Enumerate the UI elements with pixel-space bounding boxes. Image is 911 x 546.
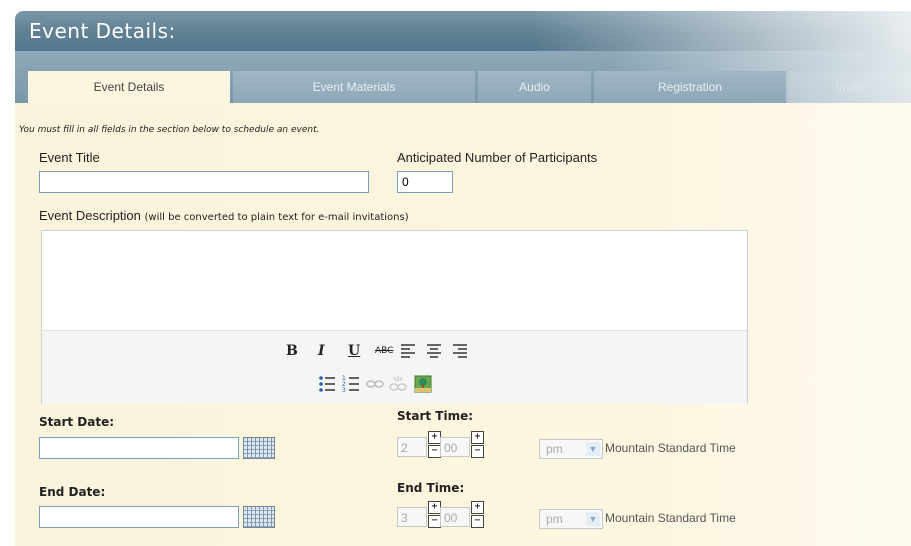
end-date-label: End Date:: [39, 485, 106, 499]
start-ampm-select[interactable]: pm ▼: [539, 439, 603, 459]
start-date-calendar-icon[interactable]: [243, 437, 275, 459]
end-date-calendar-icon[interactable]: [243, 506, 275, 528]
bold-button[interactable]: B: [286, 343, 298, 359]
end-timezone: Mountain Standard Time: [605, 511, 736, 525]
description-editor[interactable]: B I U ABC 123: [41, 230, 748, 404]
tab-bar: Event Details Event Materials Audio Regi…: [15, 51, 911, 103]
start-ampm-value: pm: [546, 442, 563, 456]
title-bar: Event Details:: [15, 11, 911, 51]
end-hour-value[interactable]: 3: [397, 507, 427, 527]
event-title-label: Event Title: [39, 150, 100, 165]
start-minute-down-button[interactable]: −: [471, 445, 484, 458]
align-right-icon[interactable]: [452, 343, 468, 359]
start-date-input[interactable]: [39, 437, 239, 459]
end-date-input[interactable]: [39, 506, 239, 528]
strikethrough-button[interactable]: ABC: [375, 346, 393, 356]
bullet-list-icon[interactable]: [318, 375, 336, 393]
underline-button[interactable]: U: [348, 343, 360, 359]
participants-input[interactable]: [397, 171, 453, 193]
description-label: Event Description (will be converted to …: [39, 208, 409, 223]
svg-text:3: 3: [342, 387, 346, 393]
tab-audio[interactable]: Audio: [478, 71, 591, 103]
start-hour-stepper[interactable]: 2 + −: [397, 431, 441, 459]
chevron-down-icon: ▼: [586, 442, 600, 456]
italic-button[interactable]: I: [318, 343, 325, 359]
start-minute-up-button[interactable]: +: [471, 431, 484, 444]
event-title-input[interactable]: [39, 171, 369, 193]
end-minute-stepper[interactable]: 00 + −: [440, 501, 484, 529]
numbered-list-icon[interactable]: 123: [342, 375, 360, 393]
event-details-panel: Event Details: Event Details Event Mater…: [15, 11, 911, 546]
end-minute-up-button[interactable]: +: [471, 501, 484, 514]
insert-image-icon[interactable]: [414, 375, 432, 393]
unlink-icon[interactable]: [389, 375, 407, 393]
required-notice: You must fill in all fields in the secti…: [19, 125, 320, 135]
end-hour-stepper[interactable]: 3 + −: [397, 501, 441, 529]
chevron-down-icon: ▼: [586, 512, 600, 526]
start-date-label: Start Date:: [39, 415, 115, 429]
start-minute-stepper[interactable]: 00 + −: [440, 431, 484, 459]
participants-label: Anticipated Number of Participants: [397, 150, 598, 165]
link-icon[interactable]: [366, 378, 384, 390]
editor-toolbar: B I U ABC 123: [42, 330, 747, 404]
align-center-icon[interactable]: [426, 343, 442, 359]
end-ampm-select[interactable]: pm ▼: [539, 509, 603, 529]
end-ampm-value: pm: [546, 512, 563, 526]
tab-registration[interactable]: Registration: [594, 71, 786, 103]
start-hour-value[interactable]: 2: [397, 437, 427, 457]
description-label-text: Event Description: [39, 208, 141, 223]
start-timezone: Mountain Standard Time: [605, 441, 736, 455]
end-minute-value[interactable]: 00: [440, 507, 470, 527]
tab-event-details[interactable]: Event Details: [28, 71, 230, 103]
start-minute-value[interactable]: 00: [440, 437, 470, 457]
panel-title: Event Details:: [29, 19, 176, 43]
end-time-label: End Time:: [397, 481, 465, 495]
start-time-label: Start Time:: [397, 409, 474, 423]
description-note: (will be converted to plain text for e-m…: [144, 212, 409, 223]
end-minute-down-button[interactable]: −: [471, 515, 484, 528]
tab-event-materials[interactable]: Event Materials: [233, 71, 475, 103]
tab-invite[interactable]: Invite: [789, 71, 911, 103]
align-left-icon[interactable]: [400, 343, 416, 359]
